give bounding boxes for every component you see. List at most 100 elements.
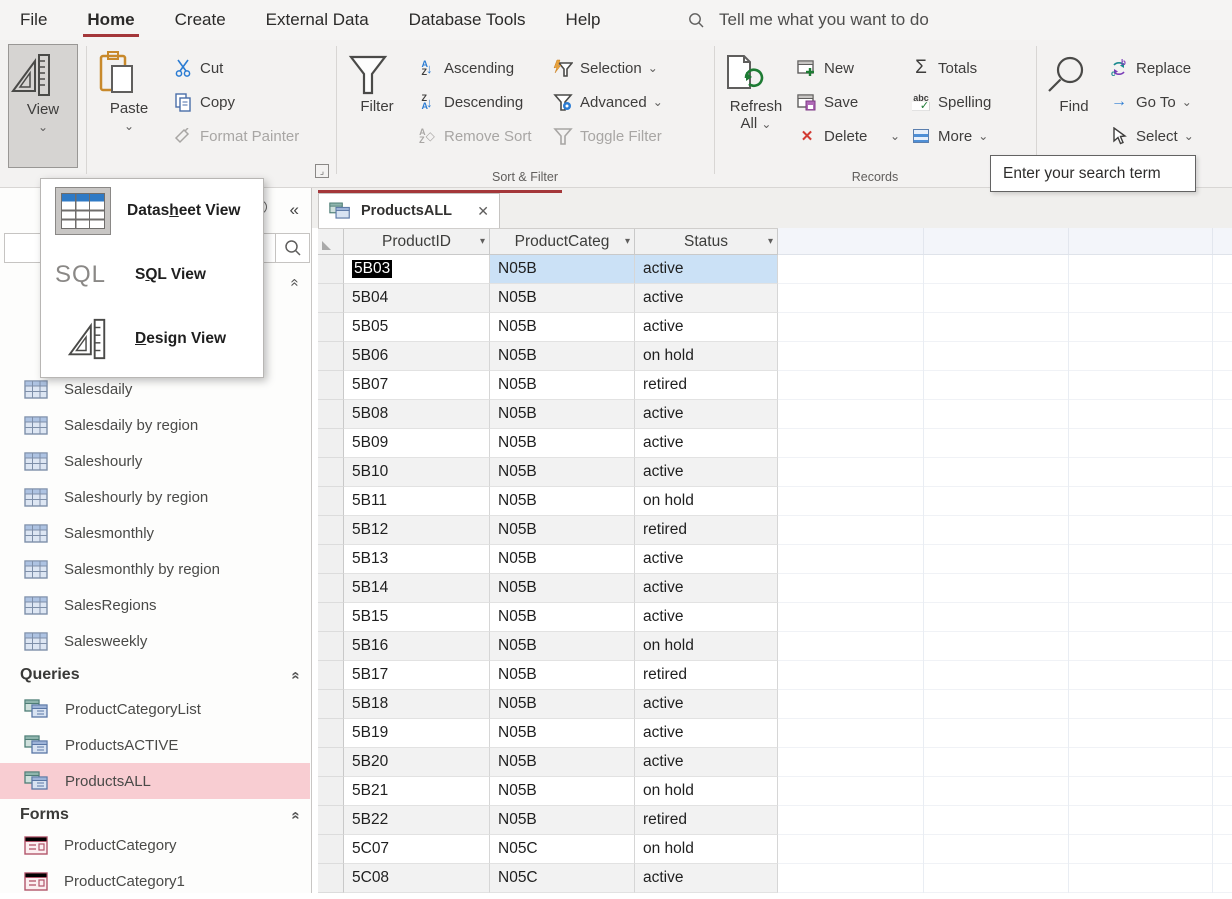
nav-table-item[interactable]: Salesdaily by region bbox=[0, 407, 312, 443]
column-dropdown-icon[interactable]: ▾ bbox=[625, 236, 630, 247]
totals-button[interactable]: Σ Totals bbox=[910, 54, 977, 82]
cell-productid[interactable]: 5B07 bbox=[344, 371, 490, 400]
cell-productid[interactable]: 5B16 bbox=[344, 632, 490, 661]
column-header-productid[interactable]: ProductID ▾ bbox=[344, 229, 490, 255]
menu-item-sql-view[interactable]: SQL SQL View bbox=[41, 243, 263, 307]
spelling-button[interactable]: abc✓ Spelling bbox=[910, 88, 991, 116]
cell-productid[interactable]: 5B03 bbox=[344, 255, 490, 284]
nav-section-queries[interactable]: Queries « bbox=[0, 659, 312, 691]
cell-productcategory[interactable]: N05B bbox=[490, 777, 635, 806]
cell-status[interactable]: active bbox=[635, 284, 778, 313]
cell-status[interactable]: active bbox=[635, 545, 778, 574]
column-dropdown-icon[interactable]: ▾ bbox=[768, 236, 773, 247]
nav-query-item[interactable]: ProductsALL bbox=[0, 763, 310, 799]
view-button[interactable]: View ⌄ bbox=[8, 44, 78, 168]
cell-productid[interactable]: 5B05 bbox=[344, 313, 490, 342]
find-button[interactable]: Find bbox=[1046, 44, 1102, 168]
search-icon[interactable] bbox=[275, 234, 309, 262]
ascending-button[interactable]: AZ↓ Ascending bbox=[416, 54, 514, 82]
nav-table-item[interactable]: Salesmonthly by region bbox=[0, 551, 312, 587]
cell-productcategory[interactable]: N05B bbox=[490, 255, 635, 284]
cell-productcategory[interactable]: N05B bbox=[490, 719, 635, 748]
cell-status[interactable]: on hold bbox=[635, 487, 778, 516]
section-collapse-icon[interactable]: « bbox=[287, 671, 304, 679]
new-record-button[interactable]: New bbox=[796, 54, 854, 82]
format-painter-button[interactable]: Format Painter bbox=[172, 122, 299, 150]
column-header-productcategory[interactable]: ProductCateg ▾ bbox=[490, 229, 635, 255]
nav-table-item[interactable]: Saleshourly by region bbox=[0, 479, 312, 515]
descending-button[interactable]: ZA↓ Descending bbox=[416, 88, 523, 116]
tab-external-data[interactable]: External Data bbox=[246, 0, 389, 40]
tab-help[interactable]: Help bbox=[546, 0, 621, 40]
record-selector[interactable] bbox=[318, 342, 344, 371]
cell-status[interactable]: active bbox=[635, 574, 778, 603]
tab-database-tools[interactable]: Database Tools bbox=[389, 0, 546, 40]
nav-form-item[interactable]: ProductCategory1 bbox=[0, 863, 312, 899]
copy-button[interactable]: Copy bbox=[172, 88, 235, 116]
column-header-status[interactable]: Status ▾ bbox=[635, 229, 778, 255]
record-selector[interactable] bbox=[318, 690, 344, 719]
record-selector[interactable] bbox=[318, 255, 344, 284]
paste-button[interactable]: Paste ⌄ bbox=[98, 44, 160, 168]
cell-status[interactable]: active bbox=[635, 864, 778, 893]
cell-productid[interactable]: 5B22 bbox=[344, 806, 490, 835]
cell-status[interactable]: on hold bbox=[635, 777, 778, 806]
record-selector[interactable] bbox=[318, 429, 344, 458]
record-selector[interactable] bbox=[318, 516, 344, 545]
cell-productcategory[interactable]: N05B bbox=[490, 748, 635, 777]
record-selector[interactable] bbox=[318, 313, 344, 342]
menu-item-datasheet-view[interactable]: Datasheet View bbox=[41, 179, 263, 243]
clipboard-dialog-launcher[interactable]: ⌟ bbox=[315, 164, 329, 178]
record-selector[interactable] bbox=[318, 603, 344, 632]
cell-productcategory[interactable]: N05B bbox=[490, 371, 635, 400]
cell-productid[interactable]: 5B21 bbox=[344, 777, 490, 806]
cell-productcategory[interactable]: N05B bbox=[490, 487, 635, 516]
select-all-corner[interactable] bbox=[318, 229, 344, 255]
record-selector[interactable] bbox=[318, 864, 344, 893]
nav-table-item[interactable]: SalesRegions bbox=[0, 587, 312, 623]
cell-status[interactable]: active bbox=[635, 429, 778, 458]
delete-record-button[interactable]: ✕ Delete bbox=[796, 122, 867, 150]
shutter-close-button[interactable]: « bbox=[290, 200, 299, 220]
cell-productcategory[interactable]: N05B bbox=[490, 458, 635, 487]
cell-status[interactable]: on hold bbox=[635, 835, 778, 864]
cell-status[interactable]: active bbox=[635, 458, 778, 487]
record-selector[interactable] bbox=[318, 748, 344, 777]
record-selector[interactable] bbox=[318, 574, 344, 603]
cell-productcategory[interactable]: N05B bbox=[490, 574, 635, 603]
cell-productcategory[interactable]: N05B bbox=[490, 603, 635, 632]
cell-productid[interactable]: 5B19 bbox=[344, 719, 490, 748]
cell-productid[interactable]: 5B04 bbox=[344, 284, 490, 313]
record-selector[interactable] bbox=[318, 284, 344, 313]
cell-status[interactable]: active bbox=[635, 255, 778, 284]
tab-home[interactable]: Home bbox=[67, 0, 154, 40]
section-collapse-icon[interactable]: « bbox=[287, 811, 304, 819]
record-selector[interactable] bbox=[318, 458, 344, 487]
tab-file[interactable]: File bbox=[0, 0, 67, 40]
cell-status[interactable]: active bbox=[635, 603, 778, 632]
column-dropdown-icon[interactable]: ▾ bbox=[480, 236, 485, 247]
cell-status[interactable]: active bbox=[635, 400, 778, 429]
cell-status[interactable]: retired bbox=[635, 371, 778, 400]
cell-productcategory[interactable]: N05B bbox=[490, 284, 635, 313]
record-selector[interactable] bbox=[318, 487, 344, 516]
cell-productcategory[interactable]: N05B bbox=[490, 690, 635, 719]
record-selector[interactable] bbox=[318, 806, 344, 835]
record-selector[interactable] bbox=[318, 777, 344, 806]
tell-me-search[interactable]: Tell me what you want to do bbox=[688, 0, 929, 40]
close-icon[interactable]: ✕ bbox=[477, 203, 489, 220]
cut-button[interactable]: Cut bbox=[172, 54, 223, 82]
cell-productid[interactable]: 5C07 bbox=[344, 835, 490, 864]
cell-status[interactable]: on hold bbox=[635, 342, 778, 371]
nav-table-item[interactable]: Saleshourly bbox=[0, 443, 312, 479]
cell-productcategory[interactable]: N05B bbox=[490, 313, 635, 342]
save-record-button[interactable]: Save bbox=[796, 88, 858, 116]
cell-productcategory[interactable]: N05B bbox=[490, 545, 635, 574]
cell-productcategory[interactable]: N05C bbox=[490, 864, 635, 893]
toggle-filter-button[interactable]: Toggle Filter bbox=[552, 122, 662, 150]
cell-productid[interactable]: 5B06 bbox=[344, 342, 490, 371]
cell-productcategory[interactable]: N05B bbox=[490, 516, 635, 545]
cell-status[interactable]: active bbox=[635, 748, 778, 777]
cell-productid[interactable]: 5B14 bbox=[344, 574, 490, 603]
cell-productcategory[interactable]: N05B bbox=[490, 342, 635, 371]
